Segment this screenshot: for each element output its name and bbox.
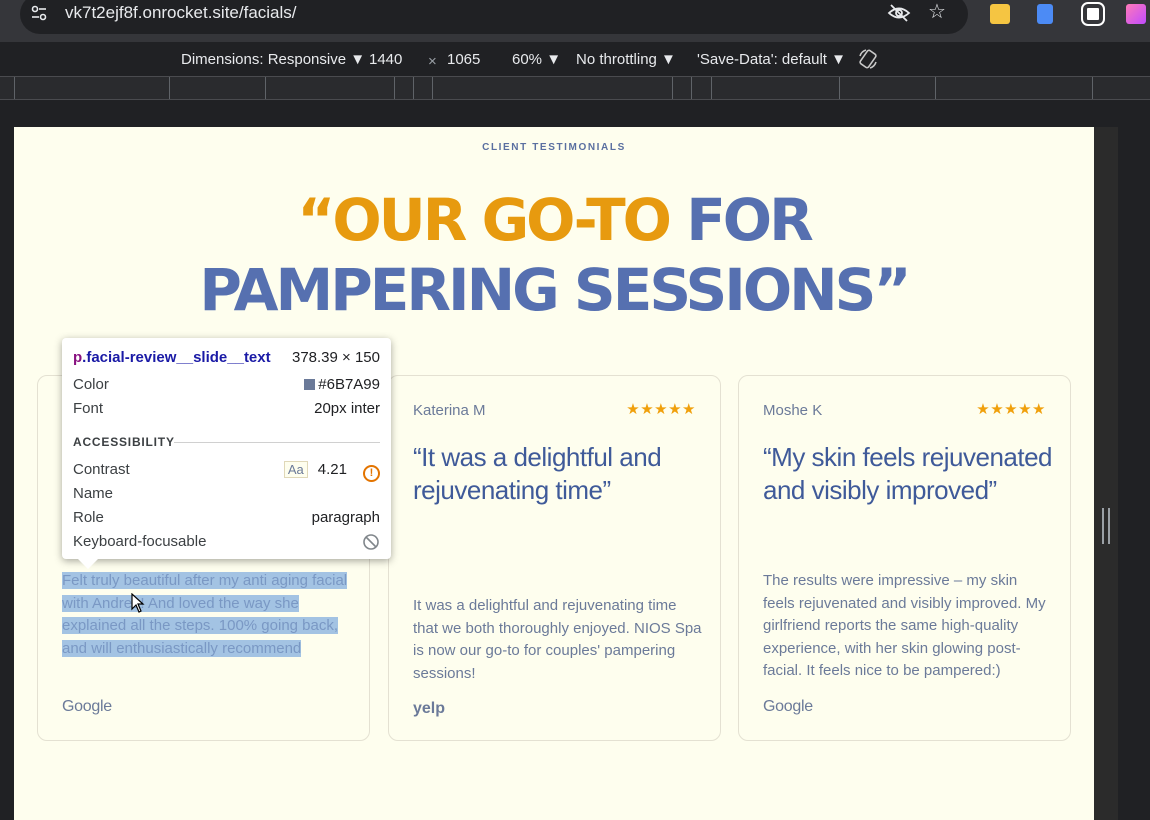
section-eyebrow: CLIENT TESTIMONIALS	[482, 142, 626, 153]
color-swatch-icon	[304, 379, 316, 390]
width-input[interactable]: 1440	[369, 51, 402, 68]
section-headline: “OUR GO-TO FOR PAMPERING SESSIONS”	[14, 185, 1094, 325]
tooltip-contrast-value: 4.21	[317, 461, 347, 478]
star-rating: ★★★★★	[976, 401, 1046, 418]
eye-off-icon[interactable]	[887, 3, 911, 23]
tooltip-name-label: Name	[73, 485, 114, 502]
site-settings-icon[interactable]	[30, 4, 48, 22]
review-author: Katerina M	[413, 402, 486, 419]
tooltip-focusable-row: Keyboard-focusable	[73, 533, 380, 550]
tooltip-role-row: Role paragraph	[73, 509, 380, 526]
tooltip-contrast-label: Contrast	[73, 461, 130, 478]
times-sign: ×	[428, 53, 437, 70]
rotate-icon[interactable]	[857, 48, 879, 70]
mouse-cursor-icon	[131, 593, 145, 613]
tooltip-role-label: Role	[73, 509, 104, 526]
contrast-sample: Aa	[283, 461, 308, 478]
browser-toolbar: vk7t2ejf8f.onrocket.site/facials/ ☆	[0, 0, 1150, 42]
tooltip-font-value: 20px inter	[314, 400, 380, 417]
not-focusable-icon	[363, 534, 379, 550]
tooltip-role-value: paragraph	[311, 509, 380, 526]
extension-docs-icon[interactable]	[1037, 4, 1053, 24]
review-card: Katerina M ★★★★★ “It was a delightful an…	[388, 375, 721, 741]
headline-blue-1: FOR	[686, 186, 814, 254]
viewport-resize-bar[interactable]	[1094, 127, 1118, 820]
tooltip-size: 378.39 × 150	[291, 349, 380, 366]
tooltip-color-value: #6B7A99	[318, 376, 380, 393]
url-text[interactable]: vk7t2ejf8f.onrocket.site/facials/	[65, 3, 297, 23]
google-logo: Google	[763, 698, 813, 715]
warning-icon: !	[363, 465, 380, 482]
tooltip-selector-row: p.facial-review__slide__text 378.39 × 15…	[73, 349, 380, 366]
review-text[interactable]: Felt truly beautiful after my anti aging…	[62, 570, 352, 660]
zoom-select[interactable]: 60% ▼	[512, 51, 561, 68]
resize-handle[interactable]	[1102, 508, 1110, 544]
save-data-select[interactable]: 'Save-Data': default ▼	[697, 51, 846, 68]
tooltip-color-label: Color	[73, 376, 109, 393]
dimensions-select[interactable]: Dimensions: Responsive ▼	[181, 51, 365, 68]
tooltip-color-row: Color #6B7A99	[73, 376, 380, 393]
tooltip-divider	[174, 442, 380, 443]
extension-notes-icon[interactable]	[990, 4, 1010, 24]
height-input[interactable]: 1065	[447, 51, 480, 68]
headline-gold: “OUR GO-TO	[297, 186, 672, 254]
review-text: It was a delightful and rejuvenating tim…	[413, 597, 702, 682]
extension-gradient-icon[interactable]	[1126, 4, 1146, 24]
star-rating: ★★★★★	[626, 401, 696, 418]
review-text: The results were impressive – my skin fe…	[763, 572, 1046, 679]
device-toolbar: Dimensions: Responsive ▼ 1440 × 1065 60%…	[0, 42, 1150, 76]
review-quote: “It was a delightful and rejuvenating ti…	[413, 442, 662, 505]
tooltip-focusable-label: Keyboard-focusable	[73, 533, 207, 550]
google-logo: Google	[62, 698, 112, 715]
review-quote: “My skin feels rejuvenated and visibly i…	[763, 442, 1053, 505]
yelp-logo: yelp	[413, 700, 446, 717]
highlighted-review-text: Felt truly beautiful after my anti aging…	[62, 572, 348, 657]
tooltip-font-label: Font	[73, 400, 104, 417]
tooltip-class: .facial-review__slide__text	[82, 349, 271, 366]
media-query-ruler[interactable]	[0, 76, 1150, 100]
extension-record-icon[interactable]	[1081, 2, 1105, 26]
tooltip-contrast-row: Contrast Aa 4.21!	[73, 461, 380, 482]
throttling-select[interactable]: No throttling ▼	[576, 51, 676, 68]
tooltip-font-row: Font 20px inter	[73, 400, 380, 417]
tooltip-name-row: Name	[73, 485, 380, 502]
tooltip-tag: p	[73, 349, 83, 366]
bookmark-star-icon[interactable]: ☆	[928, 2, 946, 22]
review-author: Moshe K	[763, 402, 823, 419]
inspector-tooltip: p.facial-review__slide__text 378.39 × 15…	[62, 338, 391, 569]
review-card: Moshe K ★★★★★ “My skin feels rejuvenated…	[738, 375, 1071, 741]
headline-blue-2: PAMPERING SESSIONS”	[199, 256, 911, 324]
